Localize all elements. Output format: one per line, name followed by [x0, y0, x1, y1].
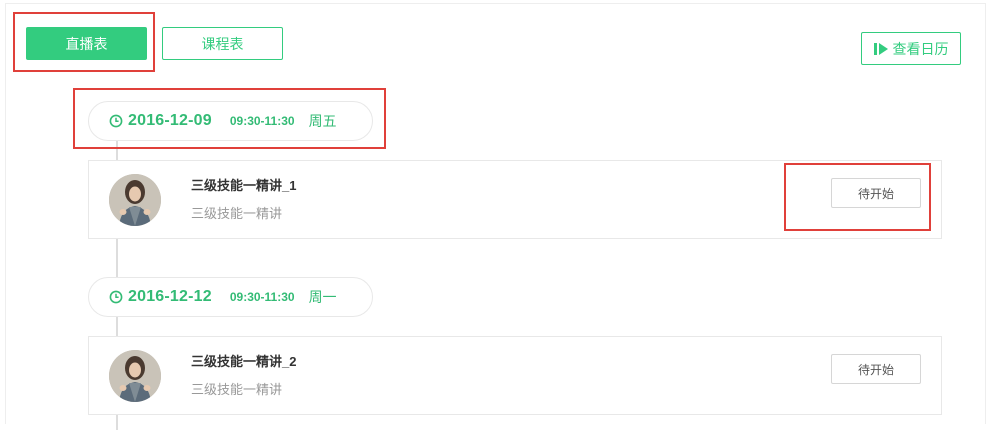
lesson-status-button[interactable]: 待开始 [831, 178, 921, 208]
avatar [109, 350, 161, 402]
date-header: 2016-12-12 09:30-11:30 周一 [88, 277, 373, 317]
schedule-time: 09:30-11:30 [229, 290, 295, 304]
schedule-weekday: 周一 [308, 289, 337, 305]
schedule-time: 09:30-11:30 [229, 114, 295, 128]
schedule-date: 2016-12-09 [128, 112, 212, 129]
date-header: 2016-12-09 09:30-11:30 周五 [88, 101, 373, 141]
lesson-subtitle: 三级技能一精讲 [191, 382, 283, 397]
view-calendar-button[interactable]: 查看日历 [861, 32, 961, 65]
tab-live-schedule[interactable]: 直播表 [26, 27, 147, 60]
schedule-weekday: 周五 [308, 113, 337, 129]
lesson-title: 三级技能一精讲_1 [191, 178, 297, 193]
lesson-status-button[interactable]: 待开始 [831, 354, 921, 384]
schedule-date: 2016-12-12 [128, 288, 212, 305]
play-icon [873, 42, 888, 55]
lesson-title: 三级技能一精讲_2 [191, 354, 297, 369]
lesson-card: 三级技能一精讲_1 三级技能一精讲 待开始 [88, 160, 942, 239]
tab-course-schedule[interactable]: 课程表 [162, 27, 283, 60]
lesson-subtitle: 三级技能一精讲 [191, 206, 283, 221]
avatar [109, 174, 161, 226]
lesson-card: 三级技能一精讲_2 三级技能一精讲 待开始 [88, 336, 942, 415]
clock-icon [109, 114, 123, 128]
view-calendar-label: 查看日历 [892, 40, 949, 57]
clock-icon [109, 290, 123, 304]
